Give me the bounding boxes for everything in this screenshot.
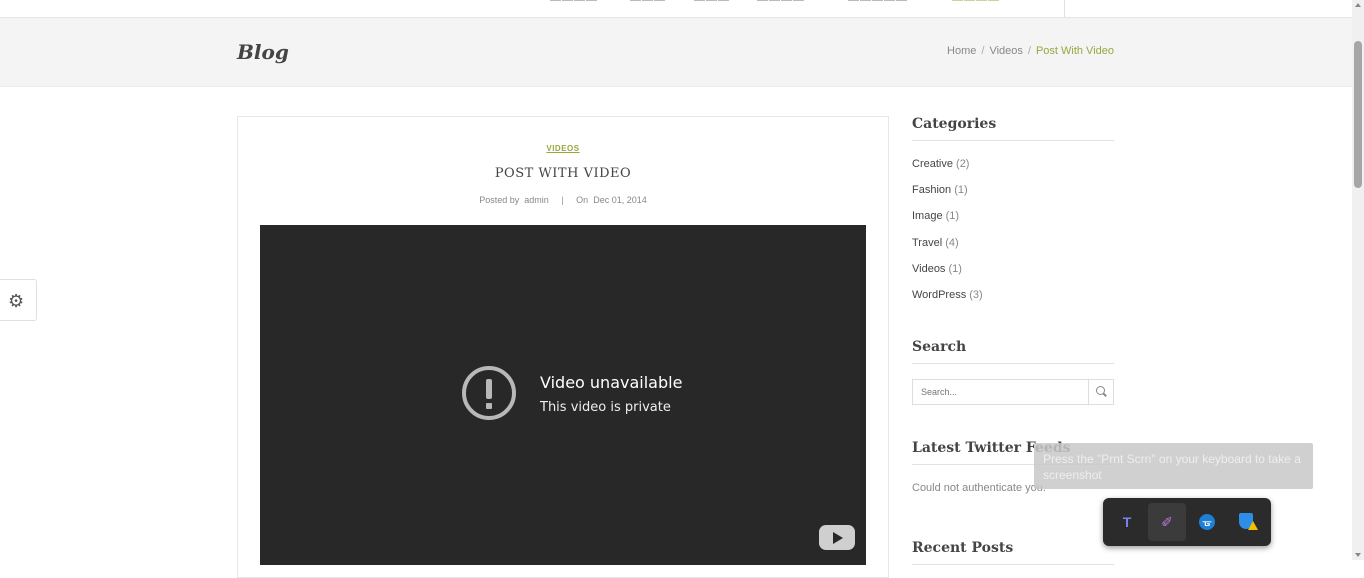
page-title: Blog [237, 40, 289, 64]
post-category-link[interactable]: VIDEOS [238, 144, 888, 153]
screenshot-tooltip: Press the "Prnt Scrn" on your keyboard t… [1034, 443, 1313, 489]
nav-fragment[interactable]: ————— [848, 0, 908, 6]
sidebar-search: Search [912, 339, 1114, 405]
breadcrumb-home[interactable]: Home [947, 45, 976, 57]
nav-fragment[interactable]: ——— [694, 0, 730, 6]
breadcrumb: Home / Videos / Post With Video [947, 45, 1114, 57]
category-item[interactable]: Fashion (1) [912, 183, 1114, 209]
meta-divider: | [561, 195, 564, 205]
top-navigation: ———— ——— ——— ———— ————— ———— [0, 0, 1352, 18]
nav-fragment[interactable]: ———— [550, 0, 598, 6]
gear-icon: ⚙ [8, 291, 25, 311]
category-item[interactable]: Image (1) [912, 209, 1114, 235]
breadcrumb-current: Post With Video [1035, 45, 1114, 57]
on-label: On [576, 195, 589, 205]
teams-icon[interactable]: T [1108, 503, 1146, 541]
categories-heading: Categories [912, 116, 1114, 141]
search-input[interactable] [921, 381, 1091, 403]
scroll-up-arrow-icon[interactable] [1355, 3, 1361, 7]
post-author-link[interactable]: admin [524, 195, 549, 205]
category-count: (3) [969, 288, 983, 301]
youtube-logo-icon[interactable] [819, 525, 855, 550]
pen-icon[interactable]: ✐ [1148, 503, 1186, 541]
security-shield-icon[interactable] [1228, 503, 1266, 541]
category-name[interactable]: Image [912, 210, 943, 222]
category-count: (1) [945, 210, 960, 223]
category-name[interactable]: Creative [912, 158, 953, 170]
page-scrollbar[interactable] [1352, 0, 1364, 560]
video-unavailable-subtitle: This video is private [540, 400, 671, 415]
category-name[interactable]: WordPress [912, 289, 966, 301]
page-title-bar: Blog Home / Videos / Post With Video [0, 18, 1352, 87]
breadcrumb-separator: / [1027, 45, 1031, 57]
category-count: (2) [956, 158, 970, 170]
category-item[interactable]: Videos (1) [912, 262, 1114, 288]
bluetooth-icon[interactable]: ᚗ [1188, 503, 1226, 541]
search-form [912, 379, 1114, 405]
category-list: Creative (2) Fashion (1) Image (1) Trave… [912, 157, 1114, 314]
category-name[interactable]: Videos [912, 263, 945, 275]
scroll-down-arrow-icon[interactable] [1355, 553, 1361, 557]
nav-fragment-active[interactable]: ———— [952, 0, 1000, 6]
category-count: (1) [954, 184, 968, 197]
sidebar-categories: Categories Creative (2) Fashion (1) Imag… [912, 116, 1114, 314]
posted-by-label: Posted by [479, 195, 520, 205]
breadcrumb-videos[interactable]: Videos [989, 45, 1022, 57]
search-button[interactable] [1088, 380, 1113, 404]
video-unavailable-title: Video unavailable [540, 373, 683, 392]
sidebar-recent-posts: Recent Posts [912, 540, 1114, 565]
post-title: POST WITH VIDEO [494, 166, 632, 181]
category-item[interactable]: WordPress (3) [912, 288, 1114, 314]
search-heading: Search [912, 339, 1114, 364]
post-meta: Posted by admin | On Dec 01, 2014 [238, 195, 888, 205]
system-tray-flyout: T ✐ ᚗ [1103, 498, 1271, 546]
settings-panel-toggle[interactable]: ⚙ [0, 279, 37, 321]
category-name[interactable]: Fashion [912, 184, 951, 196]
blog-post: VIDEOS POST WITH VIDEO Posted by admin |… [237, 116, 889, 578]
post-date: Dec 01, 2014 [593, 195, 647, 205]
nav-divider [1064, 0, 1065, 17]
category-item[interactable]: Creative (2) [912, 157, 1114, 183]
breadcrumb-separator: / [981, 45, 985, 57]
scrollbar-thumb[interactable] [1354, 41, 1362, 188]
nav-fragment[interactable]: ———— [757, 0, 805, 6]
exclamation-circle-icon [462, 366, 516, 420]
nav-fragment[interactable]: ——— [630, 0, 666, 6]
category-name[interactable]: Travel [912, 237, 942, 249]
category-count: (4) [945, 236, 959, 249]
video-player[interactable]: Video unavailable This video is private [260, 225, 866, 565]
category-item[interactable]: Travel (4) [912, 236, 1114, 262]
category-count: (1) [948, 262, 962, 275]
recent-posts-heading: Recent Posts [912, 540, 1114, 565]
